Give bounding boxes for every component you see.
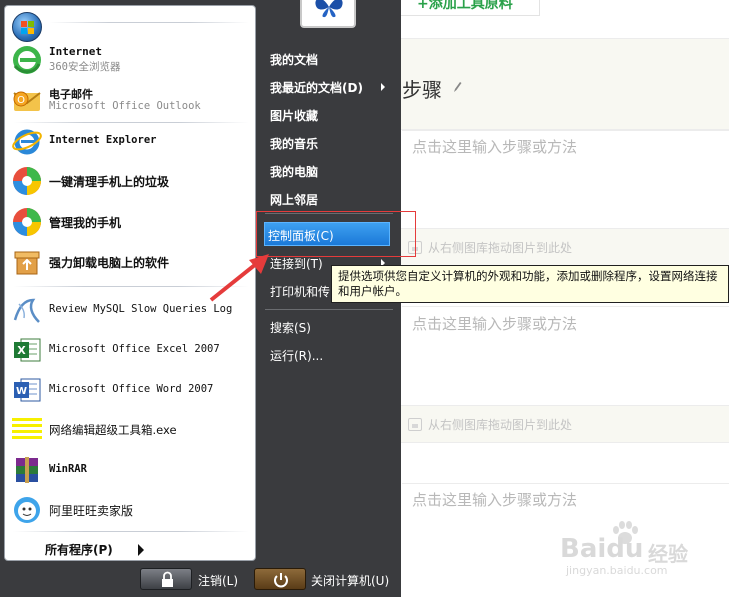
divider [13, 531, 249, 532]
divider [402, 306, 729, 307]
pinned-item-internet[interactable]: Internet 360安全浏览器 [9, 42, 255, 78]
image-slot-text: 从右侧图库拖动图片到此处 [428, 241, 573, 255]
windows-logo-icon [12, 12, 42, 42]
annotation-arrow-icon [209, 254, 269, 302]
add-materials-button[interactable]: +添加工具原料 [380, 0, 540, 16]
user-picture[interactable] [300, 0, 356, 28]
chevron-right-icon [138, 544, 144, 556]
word-icon: W [14, 378, 41, 402]
pinned-subtitle: 360安全浏览器 [49, 61, 121, 73]
divider [49, 22, 249, 23]
program-aliwangwang[interactable]: 阿里旺旺卖家版 [9, 492, 255, 528]
image-icon [408, 418, 422, 431]
image-drop-slot-2[interactable]: 从右侧图库拖动图片到此处 [402, 407, 729, 443]
pinned-subtitle: Microsoft Office Outlook [49, 100, 201, 112]
start-menu: Internet 360安全浏览器 O 电子邮件 Microsoft Offic… [0, 0, 729, 597]
chevron-right-icon [381, 83, 385, 91]
svg-text:X: X [17, 344, 26, 357]
step-text-input-2[interactable]: 点击这里输入步骤或方法 [412, 313, 577, 334]
menu-my-computer[interactable]: 我的电脑 [270, 163, 318, 180]
toolbox-exe-icon [12, 418, 42, 439]
menu-run[interactable]: 运行(R)... [270, 347, 323, 364]
ie-icon [12, 129, 42, 155]
program-word[interactable]: W Microsoft Office Word 2007 [9, 372, 255, 408]
program-label: 强力卸载电脑上的软件 [49, 256, 170, 270]
menu-network-places[interactable]: 网上邻居 [270, 191, 318, 208]
shutdown-button[interactable] [254, 568, 306, 590]
baidu-jingyan-watermark: Baidu 经验 jingyan.baidu.com [556, 520, 706, 580]
program-label: WinRAR [49, 463, 87, 475]
watermark-brand: Baidu [560, 534, 644, 564]
menu-my-documents[interactable]: 我的文档 [270, 51, 318, 68]
power-icon [274, 573, 288, 588]
menu-connect-to[interactable]: 连接到(T) [270, 255, 323, 272]
shutdown-label[interactable]: 关闭计算机(U) [311, 572, 389, 589]
program-label: 阿里旺旺卖家版 [49, 504, 134, 518]
program-phone-clean[interactable]: 一键清理手机上的垃圾 [9, 163, 255, 199]
divider [402, 130, 729, 131]
uninstall-icon [14, 251, 40, 275]
mysql-icon [13, 298, 40, 323]
divider [402, 483, 729, 484]
image-slot-text: 从右侧图库拖动图片到此处 [428, 418, 573, 432]
program-label: 管理我的手机 [49, 216, 122, 230]
phone-manager-icon [13, 208, 41, 236]
logoff-label[interactable]: 注销(L) [198, 572, 238, 589]
annotation-highlight-box [256, 211, 416, 257]
pinned-item-email[interactable]: O 电子邮件 Microsoft Office Outlook [9, 83, 255, 119]
all-programs-label: 所有程序(P) [45, 543, 113, 557]
divider [265, 309, 393, 310]
program-toolbox-exe[interactable]: 网络编辑超级工具箱.exe [9, 412, 255, 448]
steps-header-band [400, 38, 729, 130]
watermark-url: jingyan.baidu.com [566, 564, 668, 577]
aliwangwang-icon [14, 497, 40, 523]
winrar-icon [16, 457, 38, 483]
step-text-input-3[interactable]: 点击这里输入步骤或方法 [412, 489, 577, 510]
program-winrar[interactable]: WinRAR [9, 452, 255, 488]
program-label: 网络编辑超级工具箱.exe [49, 423, 177, 437]
program-label: Microsoft Office Word 2007 [49, 383, 214, 395]
program-label: Internet Explorer [49, 134, 157, 146]
menu-my-music[interactable]: 我的音乐 [270, 135, 318, 152]
watermark-jingyan: 经验 [648, 542, 688, 566]
pinned-title: Internet [49, 45, 102, 58]
outlook-icon: O [13, 91, 41, 111]
menu-recent-documents[interactable]: 我最近的文档(D) [270, 79, 363, 96]
svg-text:W: W [16, 386, 27, 397]
pencil-icon[interactable] [452, 80, 462, 94]
svg-text:O: O [17, 95, 25, 106]
image-drop-slot-1[interactable]: 从右侧图库拖动图片到此处 [402, 230, 729, 266]
excel-icon: X [14, 338, 41, 362]
program-ie[interactable]: Internet Explorer [9, 123, 255, 159]
program-label: Microsoft Office Excel 2007 [49, 343, 220, 355]
lock-icon [162, 571, 173, 587]
phone-clean-icon [13, 167, 41, 195]
program-label: 一键清理手机上的垃圾 [49, 175, 170, 189]
control-panel-tooltip: 提供选项供您自定义计算机的外观和功能，添加或删除程序，设置网络连接和用户帐户。 [331, 265, 729, 303]
butterfly-icon [315, 0, 343, 18]
logoff-button[interactable] [140, 568, 192, 590]
step-text-input-1[interactable]: 点击这里输入步骤或方法 [412, 136, 577, 157]
menu-search[interactable]: 搜索(S) [270, 319, 311, 336]
menu-my-pictures[interactable]: 图片收藏 [270, 107, 318, 124]
program-excel[interactable]: X Microsoft Office Excel 2007 [9, 332, 255, 368]
menu-printers[interactable]: 打印机和传 [270, 283, 330, 300]
steps-title: 步骤 [402, 78, 442, 102]
program-phone-manager[interactable]: 管理我的手机 [9, 204, 255, 240]
360-browser-icon [13, 46, 41, 74]
